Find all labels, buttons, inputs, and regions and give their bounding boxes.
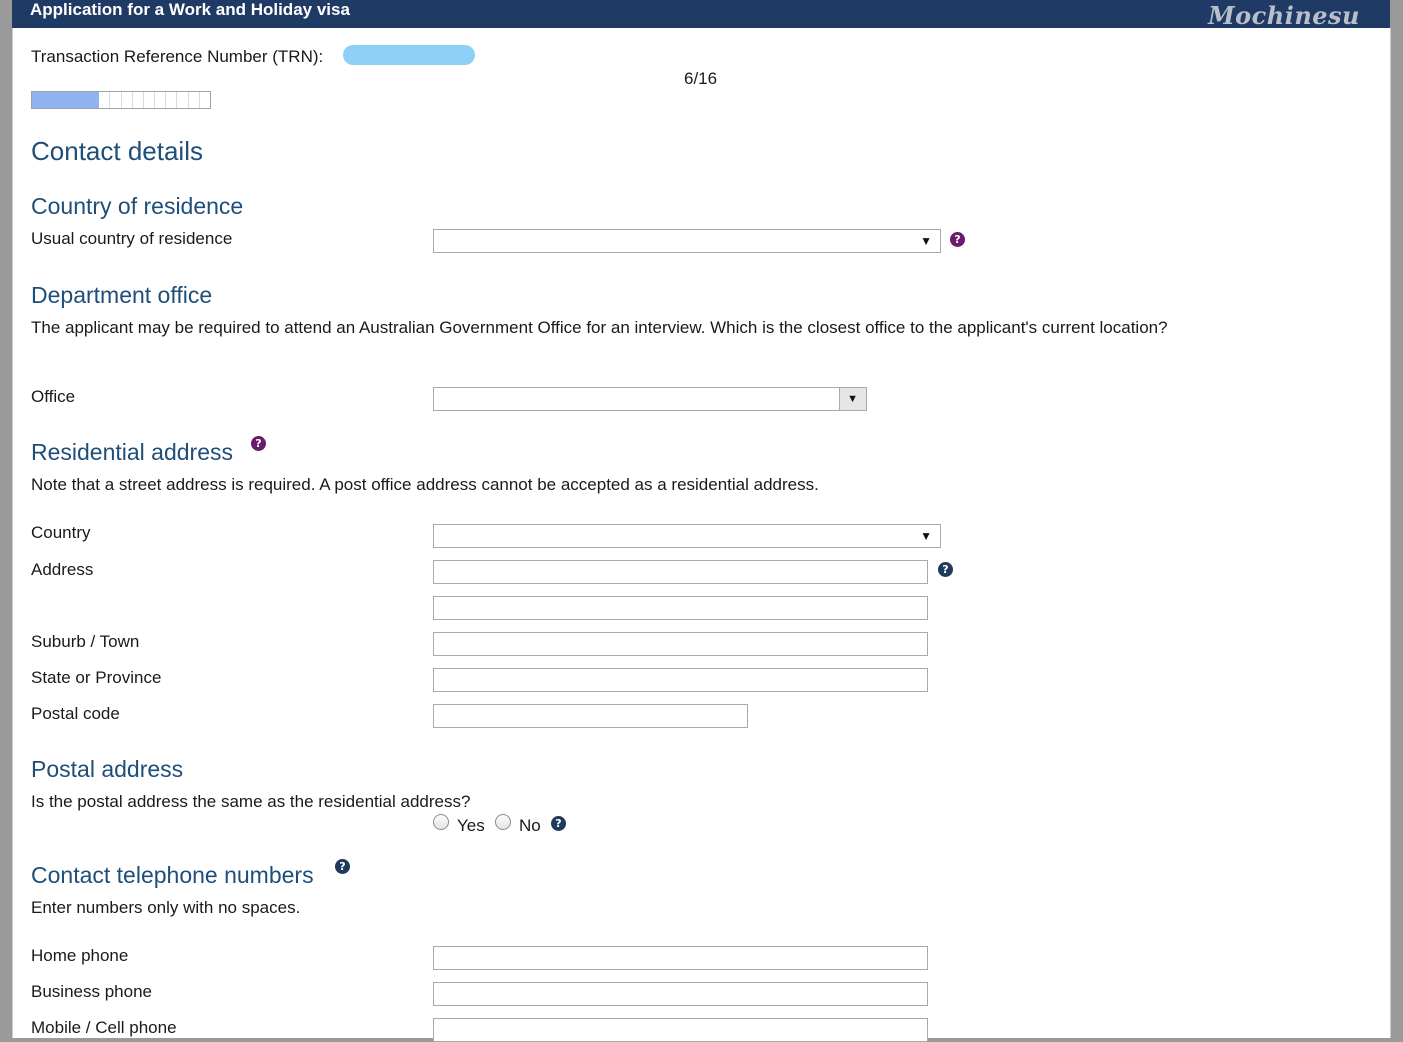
- state-input[interactable]: [433, 668, 928, 692]
- mobile-phone-input[interactable]: [433, 1018, 928, 1042]
- mobile-phone-label: Mobile / Cell phone: [31, 1018, 177, 1037]
- chevron-down-icon: ▼: [920, 234, 932, 248]
- help-icon[interactable]: ?: [551, 816, 566, 831]
- section-heading-postal-address: Postal address: [31, 756, 184, 782]
- address-label: Address: [31, 560, 94, 579]
- office-dropdown-button[interactable]: ▼: [839, 388, 866, 410]
- yes-label[interactable]: Yes: [457, 816, 485, 836]
- office-note: The applicant may be required to attend …: [31, 318, 1168, 337]
- progress-segment: [144, 92, 156, 108]
- trn-label: Transaction Reference Number (TRN):: [31, 47, 324, 66]
- suburb-input[interactable]: [433, 632, 928, 656]
- progress-segment: [76, 92, 88, 108]
- home-phone-label: Home phone: [31, 946, 129, 965]
- progress-segment: [43, 92, 55, 108]
- address-line-2-input[interactable]: [433, 596, 928, 620]
- progress-segment: [110, 92, 122, 108]
- chevron-down-icon: ▼: [847, 393, 858, 405]
- chevron-down-icon: ▼: [920, 529, 932, 543]
- help-icon[interactable]: ?: [335, 859, 350, 874]
- country-label: Country: [31, 523, 91, 542]
- section-heading-department-office: Department office: [31, 282, 213, 308]
- section-heading-contact-telephone-numbers: Contact telephone numbers: [31, 862, 314, 888]
- residential-note: Note that a street address is required. …: [31, 475, 819, 494]
- help-icon[interactable]: ?: [251, 436, 266, 451]
- postal-same-no-radio[interactable]: [495, 814, 511, 830]
- page-title: Application for a Work and Holiday visa: [30, 0, 350, 19]
- form-page: Transaction Reference Number (TRN): 6/16…: [12, 28, 1391, 1042]
- office-label: Office: [31, 387, 76, 406]
- progress-step-text: 6/16: [684, 69, 718, 88]
- country-select[interactable]: ▼: [433, 524, 941, 548]
- progress-segment: [177, 92, 189, 108]
- phone-note: Enter numbers only with no spaces.: [31, 898, 301, 917]
- usual-country-label: Usual country of residence: [31, 229, 233, 248]
- postal-code-label: Postal code: [31, 704, 120, 723]
- home-phone-input[interactable]: [433, 946, 928, 970]
- suburb-label: Suburb / Town: [31, 632, 140, 651]
- postal-same-yes-radio[interactable]: [433, 814, 449, 830]
- address-line-1-input[interactable]: [433, 560, 928, 584]
- progress-segment: [122, 92, 133, 108]
- progress-segment: [189, 92, 200, 108]
- office-combobox[interactable]: ▼: [433, 387, 867, 411]
- progress-segment: [99, 92, 111, 108]
- progress-segment: [166, 92, 178, 108]
- no-label[interactable]: No: [519, 816, 541, 836]
- help-icon[interactable]: ?: [938, 562, 953, 577]
- window-title-bar: Application for a Work and Holiday visa …: [12, 0, 1390, 30]
- usual-country-select[interactable]: ▼: [433, 229, 941, 253]
- progress-segment: [87, 92, 100, 108]
- section-heading-residential-address: Residential address: [31, 439, 234, 465]
- section-heading-country-of-residence: Country of residence: [31, 193, 244, 219]
- help-icon[interactable]: ?: [950, 232, 965, 247]
- progress-segment: [65, 92, 77, 108]
- business-phone-label: Business phone: [31, 982, 152, 1001]
- section-heading-contact-details: Contact details: [31, 136, 203, 166]
- progress-segment: [54, 92, 66, 108]
- watermark-logo: Mochinesu: [1208, 1, 1360, 30]
- state-label: State or Province: [31, 668, 162, 687]
- progress-bar: [31, 91, 211, 109]
- progress-segment: [133, 92, 144, 108]
- trn-redaction: [343, 45, 475, 65]
- progress-segment: [200, 92, 210, 108]
- postal-code-input[interactable]: [433, 704, 748, 728]
- postal-same-question: Is the postal address the same as the re…: [31, 792, 471, 811]
- progress-segment: [32, 92, 44, 108]
- business-phone-input[interactable]: [433, 982, 928, 1006]
- progress-segment: [155, 92, 167, 108]
